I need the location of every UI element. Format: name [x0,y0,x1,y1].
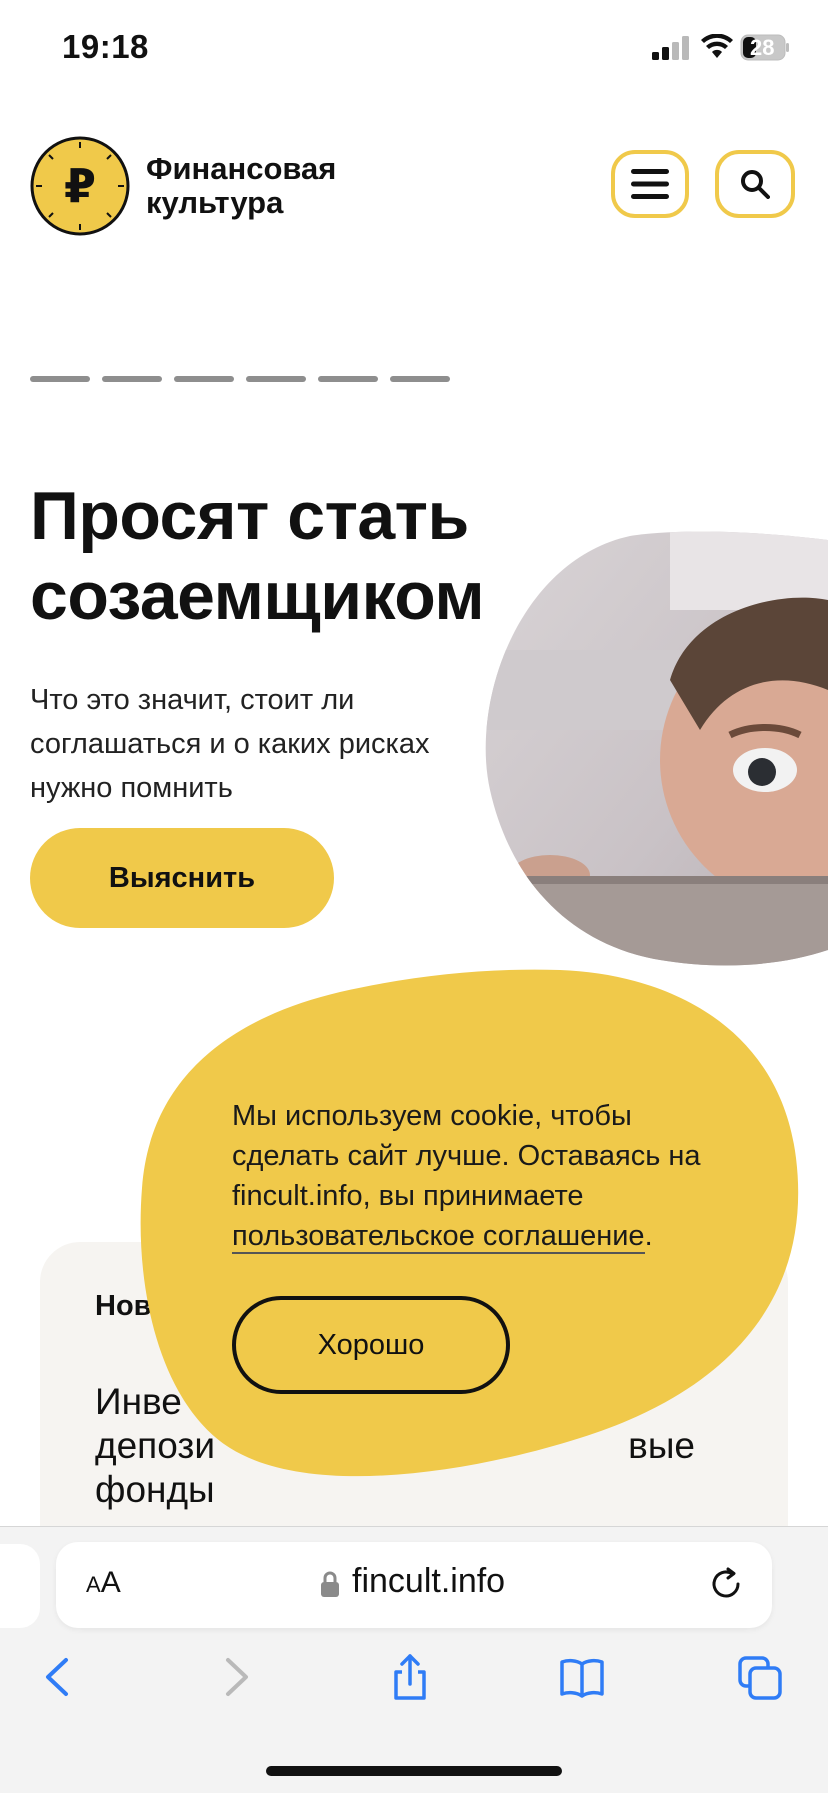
status-time: 19:18 [62,28,149,65]
cookie-message: Мы используем cookie, чтобы сделать сайт… [232,1096,732,1256]
slider-dot[interactable] [102,376,162,382]
share-icon[interactable] [386,1652,434,1702]
search-button[interactable] [715,150,795,218]
hero-title-line-1: Просят стать [30,478,469,554]
back-icon[interactable] [34,1652,82,1702]
cookie-message-end: . [644,1220,653,1252]
home-indicator [266,1766,562,1776]
text-size-large-a: A [100,1566,121,1599]
hero-title-line-2: созаемщиком [30,558,485,634]
lock-icon [321,1571,339,1597]
brand-line-1: Финансовая [146,151,337,186]
slider-pagination [30,376,450,382]
address-url[interactable]: fincult.info [352,1562,505,1601]
hero-subtitle: Что это значит, стоит ли соглашаться и о… [30,684,430,804]
reload-icon[interactable] [708,1566,744,1602]
hamburger-icon [631,169,669,199]
hero-cta-button[interactable]: Выяснить [30,828,334,928]
cookie-accept-button[interactable]: Хорошо [232,1296,510,1394]
bookmarks-icon[interactable] [558,1652,606,1702]
slider-dot[interactable] [318,376,378,382]
brand-name[interactable]: Финансовая культура [146,152,336,220]
wifi-icon [701,34,733,58]
cellular-signal-icon [652,36,689,60]
slider-dot[interactable] [246,376,306,382]
svg-text:₽: ₽ [64,159,96,213]
slider-dot[interactable] [174,376,234,382]
user-agreement-link[interactable]: пользовательское соглашение [232,1220,645,1254]
previous-tab-peek[interactable] [0,1544,40,1628]
slider-dot[interactable] [30,376,90,382]
slider-dot[interactable] [390,376,450,382]
tabs-icon[interactable] [736,1652,784,1702]
forward-icon[interactable] [212,1652,260,1702]
brand-line-2: культура [146,185,284,220]
battery-level: 28 [750,35,775,60]
menu-button[interactable] [611,150,689,218]
text-size-button[interactable]: AA [86,1566,121,1600]
hero-title: Просят стать созаемщиком [30,476,570,636]
search-icon [741,170,770,199]
text-size-small-a: A [86,1572,101,1597]
ruble-clock-logo[interactable]: ₽ [30,136,130,236]
cookie-message-text: Мы используем cookie, чтобы сделать сайт… [232,1100,701,1212]
battery-icon: 28 [740,34,790,61]
